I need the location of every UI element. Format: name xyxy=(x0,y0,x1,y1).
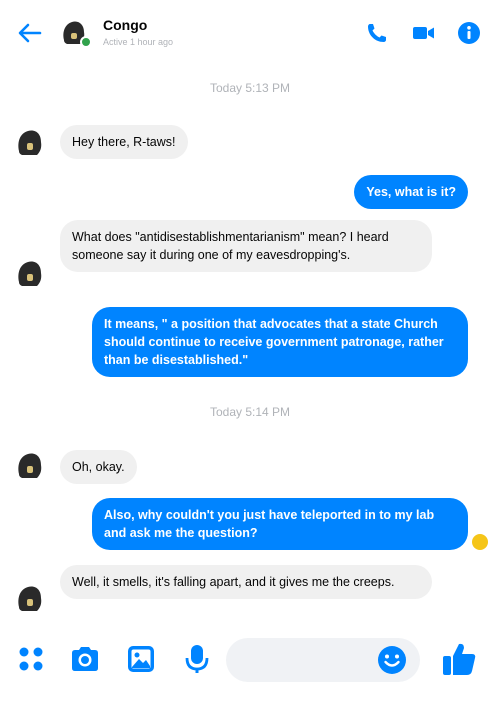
contact-avatar[interactable] xyxy=(12,447,48,483)
message-composer xyxy=(0,630,500,694)
phone-icon[interactable] xyxy=(364,20,390,46)
emoji-icon[interactable] xyxy=(376,644,408,676)
apps-grid-icon[interactable] xyxy=(14,642,48,676)
microphone-icon[interactable] xyxy=(180,642,214,676)
message-incoming[interactable]: What does "antidisestablishmentarianism"… xyxy=(60,220,432,272)
contact-status: Active 1 hour ago xyxy=(103,37,174,47)
message-incoming[interactable]: Well, it smells, it's falling apart, and… xyxy=(60,565,432,599)
seen-indicator xyxy=(472,534,488,550)
camera-icon[interactable] xyxy=(68,642,102,676)
message-outgoing[interactable]: It means, " a position that advocates th… xyxy=(92,307,468,377)
info-icon[interactable] xyxy=(456,20,482,46)
chat-header: Congo Active 1 hour ago xyxy=(0,0,500,64)
thumbs-up-icon[interactable] xyxy=(440,640,478,678)
video-camera-icon[interactable] xyxy=(410,20,436,46)
gallery-icon[interactable] xyxy=(124,642,158,676)
back-arrow-icon[interactable] xyxy=(14,18,44,48)
contact-avatar[interactable] xyxy=(12,124,48,160)
message-outgoing[interactable]: Yes, what is it? xyxy=(354,175,468,209)
contact-avatar[interactable] xyxy=(12,255,48,291)
timestamp: Today 5:14 PM xyxy=(209,405,291,419)
message-outgoing[interactable]: Also, why couldn't you just have telepor… xyxy=(92,498,468,550)
message-incoming[interactable]: Oh, okay. xyxy=(60,450,137,484)
message-incoming[interactable]: Hey there, R-taws! xyxy=(60,125,188,159)
timestamp: Today 5:13 PM xyxy=(209,81,291,95)
contact-name[interactable]: Congo xyxy=(103,17,147,33)
online-status-dot xyxy=(80,36,92,48)
contact-avatar[interactable] xyxy=(12,580,48,616)
